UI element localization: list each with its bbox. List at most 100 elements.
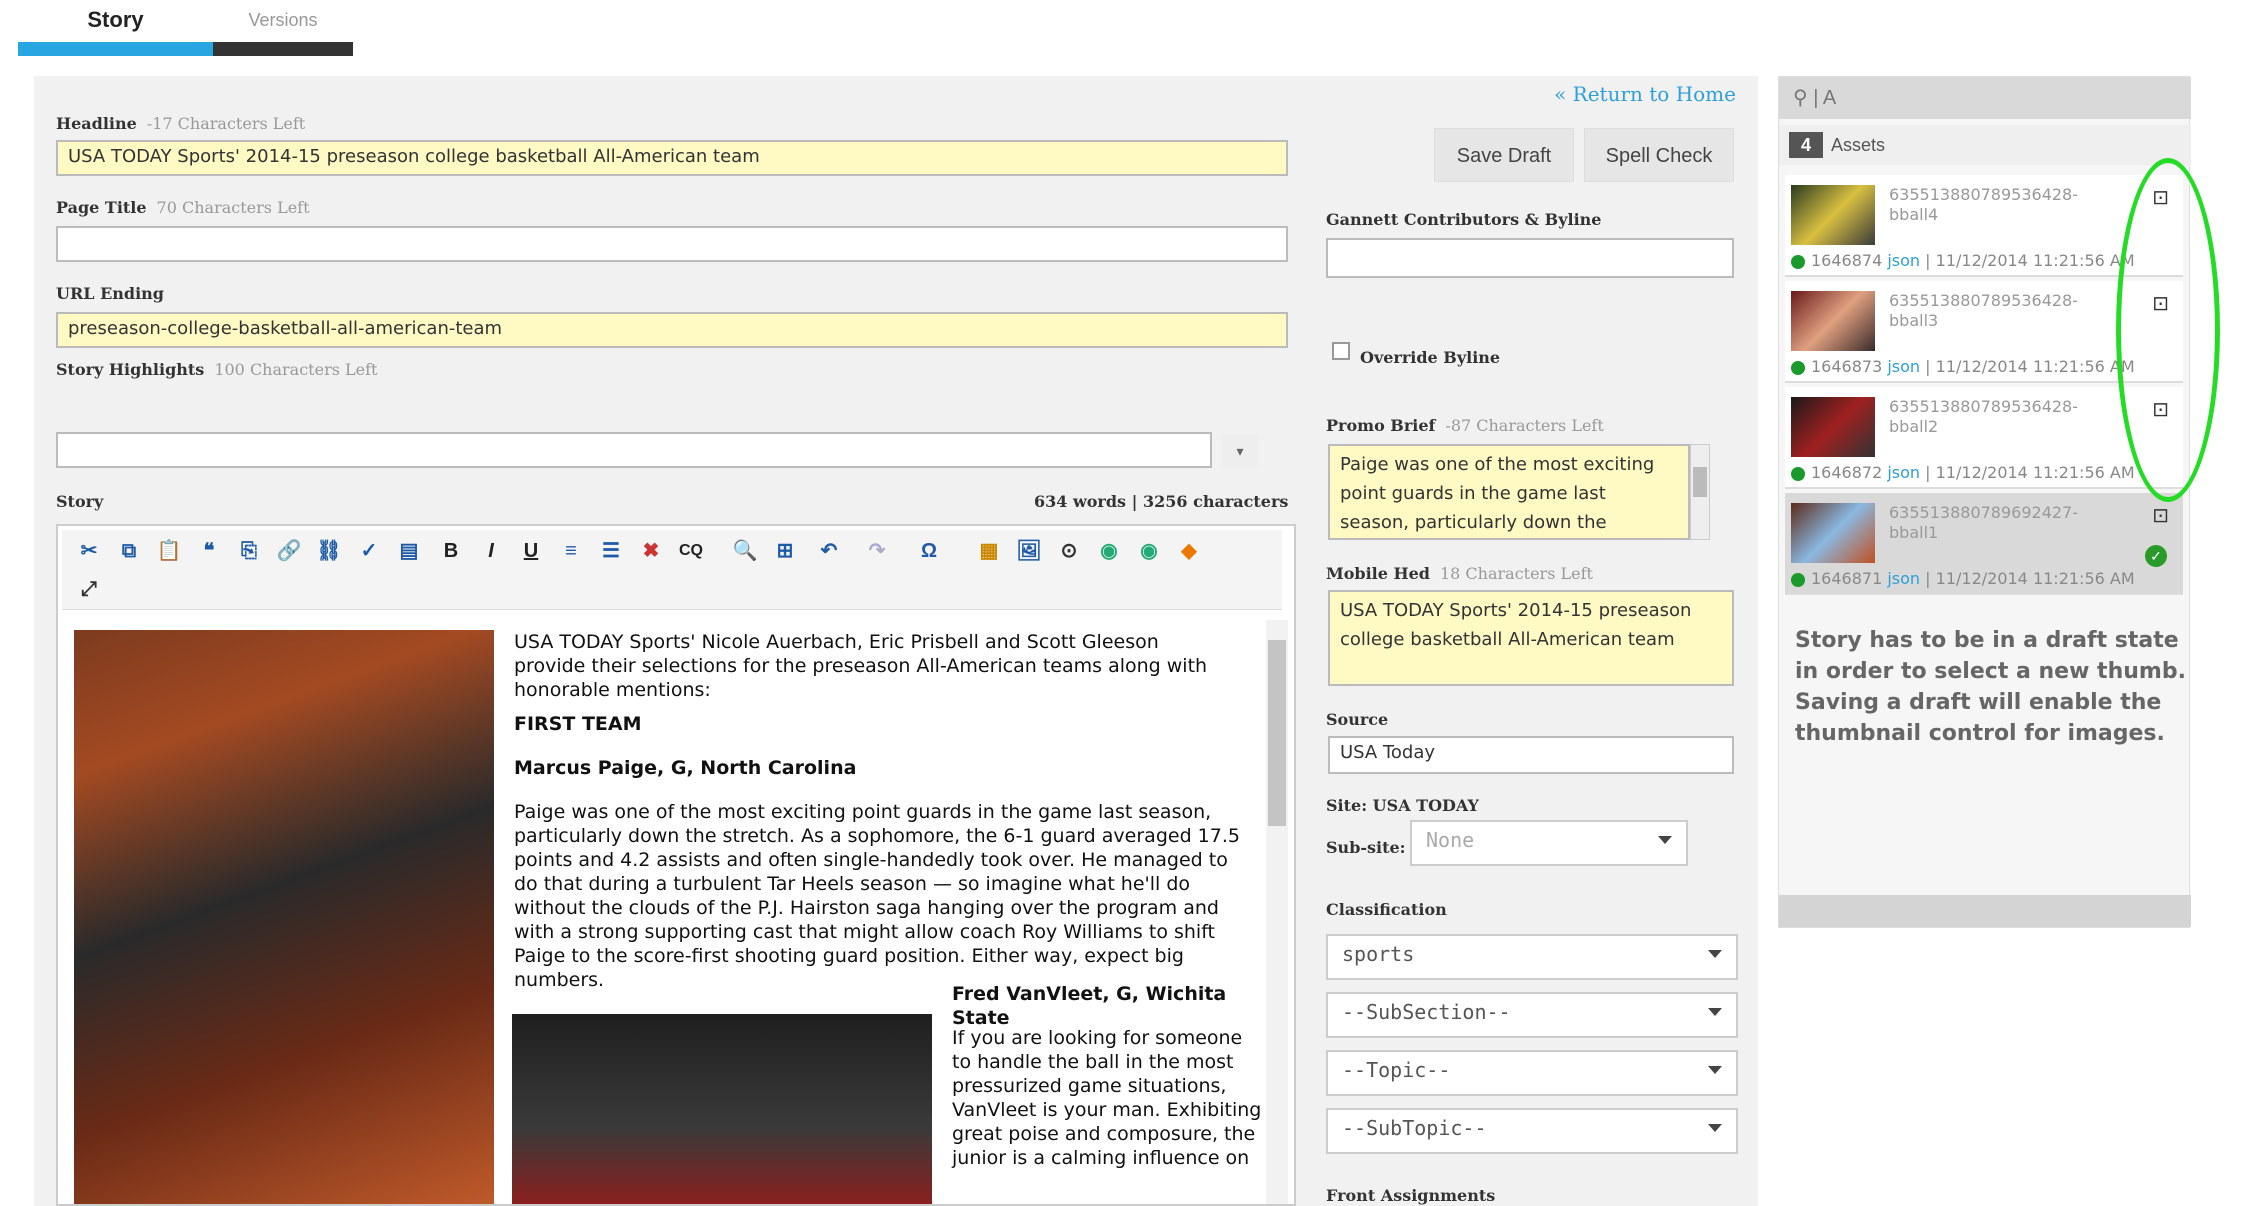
editor-scrollbar[interactable] [1266, 620, 1288, 1204]
bullet-list-icon[interactable]: ☰ [596, 536, 626, 566]
asset-name: 635513880789692427-bball1 [1889, 503, 2079, 542]
url-ending-label: URL Ending [56, 284, 164, 303]
story-highlights-label-text: Story Highlights [56, 360, 205, 379]
return-to-home-link[interactable]: « Return to Home [1554, 82, 1736, 106]
asset-item-selected[interactable]: 635513880789692427-bball1 ⊡ ✓ 1646871 js… [1785, 493, 2183, 595]
story-highlights-input[interactable] [56, 432, 1212, 468]
add-highlight-button[interactable]: ▾ [1222, 434, 1258, 468]
find-icon[interactable]: 🔍 [730, 536, 760, 566]
mobile-hed-label: Mobile Hed 18 Characters Left [1326, 564, 1593, 583]
unlink-icon[interactable]: ⛓ [314, 536, 344, 566]
contributors-input[interactable] [1326, 238, 1734, 278]
asset-thumbnail [1791, 397, 1875, 457]
globe-icon[interactable]: ◉ [1094, 536, 1124, 566]
redo-icon[interactable]: ↷ [862, 536, 892, 566]
asset-thumbnail [1791, 503, 1875, 563]
promo-scroll-thumb[interactable] [1693, 467, 1707, 497]
subtopic-select-value: --SubTopic-- [1342, 1116, 1487, 1140]
story-highlights-hint: 100 Characters Left [214, 360, 378, 379]
assets-label: Assets [1831, 135, 1886, 155]
spell-check-button[interactable]: Spell Check [1584, 128, 1734, 182]
editor-toolbar: ✂ ⧉ 📋 ❝ ⎘ 🔗 ⛓ ✓ ▤ B I U ≡ ☰ ✖ CQ 🔍 ⊞ ↶ ↷… [62, 530, 1282, 610]
underline-icon[interactable]: U [516, 536, 546, 566]
html-icon[interactable]: ▦ [974, 536, 1004, 566]
headline-label-text: Headline [56, 114, 137, 133]
save-draft-button[interactable]: Save Draft [1434, 128, 1574, 182]
italic-icon[interactable]: I [476, 536, 506, 566]
site-label: Site: USA TODAY [1326, 796, 1479, 815]
chevron-down-icon [1708, 1066, 1722, 1074]
asset-date: 11/12/2014 11:21:56 AM [1935, 569, 2135, 588]
source-label: Source [1326, 710, 1389, 729]
asset-id: 1646871 [1811, 569, 1883, 588]
page-title-label: Page Title 70 Characters Left [56, 198, 310, 217]
page-title-input[interactable] [56, 226, 1288, 262]
editor-scroll-thumb[interactable] [1268, 640, 1286, 826]
asset-type-link[interactable]: json [1887, 357, 1920, 376]
thumbnail-control-icon[interactable]: ⊡ [2152, 503, 2169, 528]
asset-type-link[interactable]: json [1887, 251, 1920, 270]
media-icon[interactable]: ◆ [1174, 536, 1204, 566]
subsite-select[interactable]: None [1410, 820, 1688, 866]
globe-link-icon[interactable]: ◉ [1134, 536, 1164, 566]
link-icon[interactable]: 🔗 [274, 536, 304, 566]
spellcheck-icon[interactable]: ✓ [354, 536, 384, 566]
headline-input[interactable]: USA TODAY Sports' 2014-15 preseason coll… [56, 140, 1288, 176]
subsection-select[interactable]: --SubSection-- [1326, 992, 1738, 1038]
asset-search[interactable]: ⚲ | A [1779, 77, 2191, 119]
editor-content[interactable]: USA TODAY Sports' Nicole Auerbach, Eric … [70, 624, 1270, 1204]
asset-meta: 1646871 json | 11/12/2014 11:21:56 AM [1791, 569, 2135, 588]
search-icon: ⚲ [1793, 87, 1814, 109]
player2-heading: Fred VanVleet, G, Wichita State [952, 983, 1227, 1029]
remove-format-icon[interactable]: ✖ [636, 536, 666, 566]
image-icon[interactable]: 🖼 [1014, 536, 1044, 566]
asset-id: 1646874 [1811, 251, 1883, 270]
url-ending-input[interactable]: preseason-college-basketball-all-america… [56, 312, 1288, 348]
page-title-hint: 70 Characters Left [156, 198, 310, 217]
asset-name: 635513880789536428-bball2 [1889, 397, 2079, 436]
source-input[interactable]: USA Today [1328, 736, 1734, 774]
player1-paragraph: Paige was one of the most exciting point… [514, 801, 1240, 991]
mobile-hed-input[interactable]: USA TODAY Sports' 2014-15 preseason coll… [1328, 590, 1734, 686]
story-label: Story [56, 492, 104, 511]
word-count: 634 words | 3256 characters [1034, 492, 1289, 511]
paste-icon[interactable]: 📋 [154, 536, 184, 566]
special-char-icon[interactable]: Ω [914, 536, 944, 566]
asset-meta: 1646873 json | 11/12/2014 11:21:56 AM [1791, 357, 2135, 376]
cut-icon[interactable]: ✂ [74, 536, 104, 566]
subtopic-select[interactable]: --SubTopic-- [1326, 1108, 1738, 1154]
page-title-label-text: Page Title [56, 198, 147, 217]
maximize-icon[interactable]: ⤢ [74, 574, 104, 604]
story-editor[interactable]: ✂ ⧉ 📋 ❝ ⎘ 🔗 ⛓ ✓ ▤ B I U ≡ ☰ ✖ CQ 🔍 ⊞ ↶ ↷… [56, 524, 1296, 1206]
asset-date: 11/12/2014 11:21:56 AM [1935, 463, 2135, 482]
bold-icon[interactable]: B [436, 536, 466, 566]
copy-icon[interactable]: ⧉ [114, 536, 144, 566]
asset-type-link[interactable]: json [1887, 569, 1920, 588]
promo-brief-input[interactable]: Paige was one of the most exciting point… [1328, 444, 1690, 540]
blockquote-icon[interactable]: ❝ [194, 536, 224, 566]
undo-icon[interactable]: ↶ [814, 536, 844, 566]
paige-photo [74, 630, 494, 1204]
tab-story[interactable]: Story [18, 0, 213, 40]
promo-scrollbar[interactable] [1690, 444, 1710, 540]
tab-story-indicator [18, 42, 213, 56]
paste-text-icon[interactable]: ⎘ [234, 536, 264, 566]
numbered-list-icon[interactable]: ≡ [556, 536, 586, 566]
story-form-panel: « Return to Home Headline -17 Characters … [34, 76, 1758, 1206]
classification-select[interactable]: sports [1326, 934, 1738, 980]
promo-brief-label-text: Promo Brief [1326, 416, 1436, 435]
asset-type-link[interactable]: json [1887, 463, 1920, 482]
asset-name: 635513880789536428-bball4 [1889, 185, 2079, 224]
story-highlights-label: Story Highlights 100 Characters Left [56, 360, 377, 379]
template-icon[interactable]: ▤ [394, 536, 424, 566]
select-all-icon[interactable]: ⊞ [770, 536, 800, 566]
tab-versions[interactable]: Versions [213, 0, 353, 40]
cq-icon[interactable]: CQ [676, 536, 706, 566]
assets-panel: ⚲ | A 4 Assets 635513880789536428-bball4 … [1778, 76, 2191, 928]
embed-icon[interactable]: ⊙ [1054, 536, 1084, 566]
subsite-select-value: None [1426, 828, 1475, 852]
override-byline-checkbox[interactable] [1332, 342, 1350, 360]
asset-meta: 1646872 json | 11/12/2014 11:21:56 AM [1791, 463, 2135, 482]
vanvleet-photo [512, 1014, 932, 1204]
topic-select[interactable]: --Topic-- [1326, 1050, 1738, 1096]
